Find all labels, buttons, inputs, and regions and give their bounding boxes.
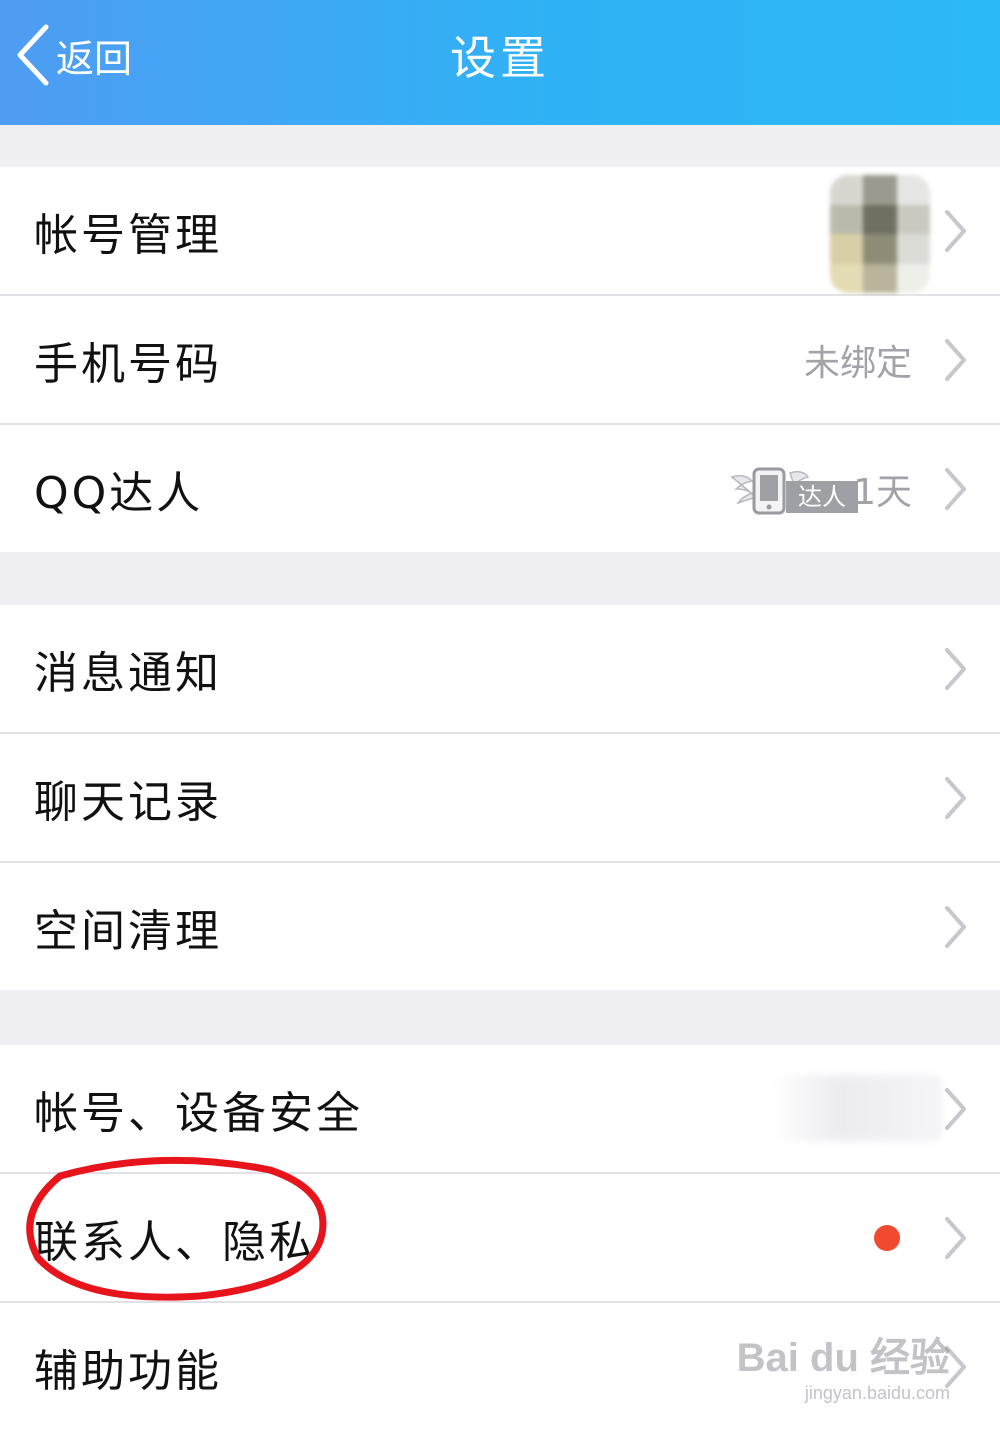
watermark-main: Bai du 经验 — [736, 1336, 950, 1380]
chevron-right-icon — [945, 776, 966, 819]
settings-section-account: 帐号管理 手机号码 未绑定 QQ达人 达人 1天 — [0, 167, 1000, 552]
row-value: 未绑定 — [803, 342, 912, 384]
watermark: Bai du 经验 jingyan.baidu.com — [737, 1325, 950, 1404]
notification-dot — [874, 1224, 900, 1251]
page-title: 设置 — [450, 31, 550, 85]
settings-section-general: 消息通知 聊天记录 空间清理 — [0, 605, 1000, 990]
row-value: 1天 — [853, 471, 912, 513]
row-label: 手机号码 — [34, 338, 222, 390]
daren-badge-icon: 达人 — [730, 467, 858, 515]
chevron-right-icon — [945, 338, 966, 381]
row-label: 帐号、设备安全 — [34, 1087, 363, 1139]
settings-row-qq-daren[interactable]: QQ达人 达人 1天 — [0, 425, 1000, 552]
row-label: 帐号管理 — [34, 209, 222, 261]
daren-badge-text: 达人 — [798, 483, 846, 511]
settings-row-account-management[interactable]: 帐号管理 — [0, 167, 1000, 296]
annotation-circle — [26, 1156, 327, 1301]
watermark-sub: jingyan.baidu.com — [804, 1383, 950, 1403]
settings-row-chat-history[interactable]: 聊天记录 — [0, 734, 1000, 863]
chevron-right-icon — [945, 647, 966, 690]
chevron-right-icon — [945, 209, 966, 252]
row-label: 消息通知 — [34, 647, 222, 699]
settings-row-phone-number[interactable]: 手机号码 未绑定 — [0, 296, 1000, 425]
chevron-right-icon — [945, 467, 966, 510]
chevron-right-icon — [945, 1216, 966, 1259]
row-label: 辅助功能 — [34, 1345, 222, 1397]
settings-row-storage-cleanup[interactable]: 空间清理 — [0, 863, 1000, 990]
avatar — [830, 175, 930, 293]
chevron-right-icon — [945, 905, 966, 948]
chevron-right-icon — [945, 1087, 966, 1130]
row-label: 聊天记录 — [34, 776, 222, 828]
nav-bar: 返回 设置 — [0, 0, 1000, 125]
row-label: 空间清理 — [34, 905, 222, 957]
settings-row-notifications[interactable]: 消息通知 — [0, 605, 1000, 734]
blurred-status — [772, 1075, 942, 1141]
row-label: QQ达人 — [34, 467, 204, 519]
